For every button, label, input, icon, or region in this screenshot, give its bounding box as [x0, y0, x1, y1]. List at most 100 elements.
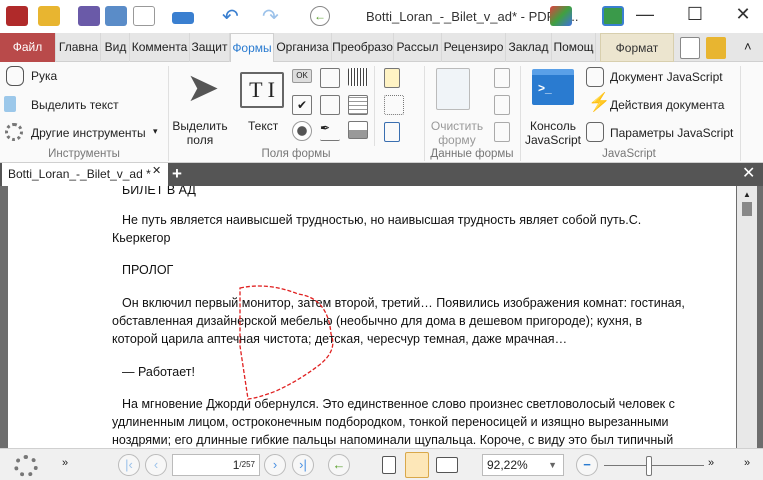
tab-file[interactable]: Файл — [0, 33, 56, 62]
barcode-field-icon[interactable] — [348, 68, 368, 86]
minimize-button[interactable]: — — [630, 4, 660, 25]
document-tab-label: Botti_Loran_-_Bilet_v_ad * — [8, 167, 151, 181]
group-label-form-data: Данные формы — [430, 148, 514, 160]
new-tab-icon[interactable]: + — [172, 164, 182, 184]
zoom-slider[interactable] — [604, 465, 704, 466]
total-pages: /257 — [239, 460, 255, 469]
first-page-button[interactable]: |‹ — [118, 454, 140, 476]
email-icon[interactable] — [133, 6, 155, 26]
print-icon[interactable] — [105, 6, 127, 26]
tab-forms[interactable]: Формы — [230, 33, 274, 62]
app-logo-icon — [6, 6, 28, 26]
tab-review[interactable]: Рецензиро — [442, 33, 506, 62]
tab-protect[interactable]: Защит — [190, 33, 230, 62]
find-icon[interactable] — [680, 37, 700, 59]
continuous-page-icon[interactable] — [405, 452, 429, 478]
search-folder-icon[interactable] — [706, 37, 726, 59]
document-tab[interactable]: Botti_Loran_-_Bilet_v_ad * — [2, 163, 168, 186]
ribbon: Рука Выделить текст Другие инструменты ▾… — [0, 62, 763, 163]
select-fields-button[interactable]: Выделить поля — [172, 119, 228, 147]
zoom-out-button[interactable]: − — [576, 454, 598, 476]
close-button[interactable]: ✕ — [728, 4, 758, 25]
cloud-annotation[interactable] — [8, 186, 736, 448]
scroll-thumb[interactable] — [742, 202, 752, 216]
overflow-chevron-icon[interactable]: » — [744, 457, 750, 469]
single-page-icon[interactable] — [382, 456, 396, 474]
gear-wrench-icon — [5, 123, 23, 141]
zoom-value: 92,22% — [487, 458, 528, 472]
clear-form-button[interactable]: Очистить форму — [428, 119, 486, 147]
button-field-icon[interactable]: OK — [292, 69, 312, 83]
doc-actions-button[interactable]: Действия документа — [610, 98, 724, 112]
vertical-scrollbar[interactable]: ▲ — [737, 186, 757, 448]
last-page-button[interactable]: ›| — [292, 454, 314, 476]
tab-help[interactable]: Помощ — [552, 33, 596, 62]
clear-form-icon — [436, 68, 470, 110]
fullscreen-icon[interactable] — [602, 6, 624, 26]
field-list-icon[interactable] — [384, 122, 400, 142]
tab-order-icon[interactable] — [384, 95, 404, 115]
scan-icon[interactable] — [172, 12, 194, 24]
scroll-icon — [586, 67, 604, 87]
tab-organize[interactable]: Организа — [274, 33, 332, 62]
prev-page-button[interactable]: ‹ — [145, 454, 167, 476]
hand-tool[interactable]: Рука — [31, 69, 57, 83]
open-folder-icon[interactable] — [38, 6, 60, 26]
status-bar: » |‹ ‹ 1/257 › ›| ← 92,22% ▼ − » » — [0, 448, 763, 480]
settings-gear-icon[interactable] — [14, 455, 38, 477]
tab-convert[interactable]: Преобразо — [332, 33, 394, 62]
tab-bookmarks[interactable]: Заклад — [506, 33, 552, 62]
doc-js-button[interactable]: Документ JavaScript — [610, 70, 723, 84]
lightning-icon: ⚡ — [588, 92, 611, 112]
checkbox-field-icon[interactable]: ✔ — [292, 95, 312, 115]
signature-field-icon[interactable]: ✒ — [320, 121, 340, 141]
previous-view-button[interactable]: ← — [328, 454, 350, 476]
save-icon[interactable] — [78, 6, 100, 26]
radio-field-icon[interactable] — [292, 121, 312, 141]
redo-icon[interactable]: ↷ — [262, 4, 279, 29]
other-tools-dropdown[interactable]: Другие инструменты — [31, 126, 146, 140]
text-field-button[interactable]: Текст — [248, 119, 278, 133]
ribbon-tabs: Файл Главна Вид Коммента Защит Формы Орг… — [0, 33, 763, 62]
group-label-form-fields: Поля формы — [261, 148, 331, 160]
back-icon[interactable]: ← — [310, 6, 330, 26]
submit-data-icon[interactable] — [494, 122, 510, 142]
scroll-gear-icon — [586, 122, 604, 142]
tab-share[interactable]: Рассыл — [394, 33, 442, 62]
close-tab-icon[interactable]: ✕ — [152, 163, 161, 179]
import-data-icon[interactable] — [494, 68, 510, 88]
js-console-button[interactable]: Консоль JavaScript — [524, 119, 582, 147]
overflow-chevron-icon[interactable]: » — [708, 457, 714, 469]
title-bar: ↶ ↷ ← → Botti_Loran_-_Bilet_v_ad* - PDF-… — [0, 0, 763, 33]
hand-icon — [6, 66, 24, 86]
maximize-button[interactable]: ☐ — [680, 4, 710, 25]
customize-icon[interactable] — [550, 6, 572, 26]
tab-comment[interactable]: Коммента — [130, 33, 190, 62]
group-label-javascript: JavaScript — [602, 148, 656, 160]
form-doc-icon[interactable] — [384, 68, 400, 88]
facing-pages-icon[interactable] — [436, 457, 458, 473]
pointer-icon: ➤ — [186, 66, 220, 110]
next-page-button[interactable]: › — [264, 454, 286, 476]
overflow-chevron-icon[interactable]: » — [62, 457, 68, 469]
collapse-ribbon-icon[interactable]: ˄ — [744, 39, 752, 54]
export-data-icon[interactable] — [494, 95, 510, 115]
tab-view[interactable]: Вид — [102, 33, 130, 62]
tab-home[interactable]: Главна — [57, 33, 101, 62]
page-number-input[interactable]: 1/257 — [172, 454, 260, 476]
tab-format[interactable]: Формат — [600, 33, 674, 62]
image-field-icon[interactable] — [348, 121, 368, 139]
window-title: Botti_Loran_-_Bilet_v_ad* - PDF-X... — [366, 9, 579, 24]
zoom-select[interactable]: 92,22% ▼ — [482, 454, 564, 476]
console-icon: >_ — [532, 69, 574, 105]
zoom-slider-thumb[interactable] — [646, 456, 652, 476]
combo-box-icon[interactable] — [320, 95, 340, 115]
document-page: БИЛЕТ В АД Не путь является наивысшей тр… — [8, 186, 736, 448]
js-params-button[interactable]: Параметры JavaScript — [610, 126, 733, 140]
list-box-icon[interactable] — [320, 68, 340, 88]
close-all-tabs-icon[interactable]: ✕ — [742, 164, 755, 184]
undo-icon[interactable]: ↶ — [222, 4, 239, 29]
date-field-icon[interactable] — [348, 95, 368, 115]
select-text-icon — [4, 96, 16, 112]
select-text-tool[interactable]: Выделить текст — [31, 98, 119, 112]
